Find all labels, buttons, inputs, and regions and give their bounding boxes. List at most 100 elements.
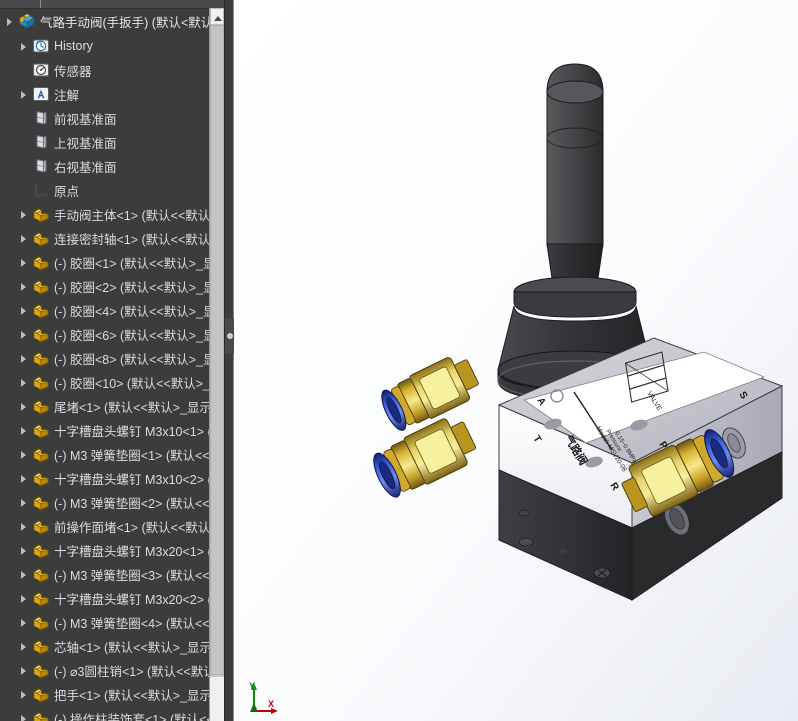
expand-chevron-icon[interactable] bbox=[16, 346, 32, 370]
feature-tree-row[interactable]: History bbox=[0, 34, 224, 58]
expand-chevron-icon[interactable] bbox=[16, 586, 32, 610]
expand-chevron-icon[interactable] bbox=[16, 274, 32, 298]
feature-tree-row[interactable]: (-) 胶圈<8> (默认<<默认>_显示 bbox=[0, 346, 224, 370]
part-icon bbox=[32, 301, 50, 319]
feature-tree-row[interactable]: 上视基准面 bbox=[0, 130, 224, 154]
tree-item-label: 前操作面堵<1> (默认<<默认>_ bbox=[54, 520, 224, 535]
tree-item-label: (-) M3 弹簧垫圈<2> (默认<<默 bbox=[54, 496, 223, 511]
expand-chevron-icon[interactable] bbox=[16, 706, 32, 721]
feature-tree: 气路手动阀(手扳手) (默认<默认_显示 History 传感器 注解 前视基准… bbox=[0, 8, 224, 721]
feature-tree-row[interactable]: (-) 胶圈<6> (默认<<默认>_显示 bbox=[0, 322, 224, 346]
tree-item-label: 十字槽盘头螺钉 M3x20<2> (默 bbox=[54, 592, 224, 607]
tree-item-label: (-) 胶圈<4> (默认<<默认>_显示 bbox=[54, 304, 224, 319]
solidworks-window: 气路手动阀(手扳手) (默认<默认_显示 History 传感器 注解 前视基准… bbox=[0, 0, 798, 721]
part-icon bbox=[32, 709, 50, 721]
part-icon bbox=[32, 229, 50, 247]
part-icon bbox=[32, 541, 50, 559]
feature-tree-scroll-area[interactable]: 气路手动阀(手扳手) (默认<默认_显示 History 传感器 注解 前视基准… bbox=[0, 8, 224, 721]
expand-chevron-icon[interactable] bbox=[16, 562, 32, 586]
part-icon bbox=[32, 205, 50, 223]
expand-chevron-icon[interactable] bbox=[16, 442, 32, 466]
expand-chevron-icon[interactable] bbox=[16, 322, 32, 346]
feature-tree-row[interactable]: (-) M3 弹簧垫圈<3> (默认<<默 bbox=[0, 562, 224, 586]
plane-icon bbox=[32, 133, 50, 151]
axis-label-x: X bbox=[268, 699, 275, 709]
expand-chevron-icon[interactable] bbox=[16, 250, 32, 274]
annotations-icon bbox=[32, 85, 50, 103]
expand-chevron-icon[interactable] bbox=[16, 298, 32, 322]
feature-tree-row[interactable]: 手动阀主体<1> (默认<<默认>_ bbox=[0, 202, 224, 226]
feature-tree-row[interactable]: 注解 bbox=[0, 82, 224, 106]
tree-item-label: 十字槽盘头螺钉 M3x10<1> (默 bbox=[54, 424, 224, 439]
feature-tree-row[interactable]: 右视基准面 bbox=[0, 154, 224, 178]
tree-item-label: 原点 bbox=[54, 184, 80, 199]
expand-chevron-icon[interactable] bbox=[16, 682, 32, 706]
feature-tree-row[interactable]: 传感器 bbox=[0, 58, 224, 82]
expand-chevron-icon[interactable] bbox=[16, 202, 32, 226]
feature-tree-row[interactable]: 前视基准面 bbox=[0, 106, 224, 130]
tree-item-label: 注解 bbox=[54, 88, 80, 103]
expand-chevron-icon[interactable] bbox=[16, 370, 32, 394]
feature-tree-row[interactable]: (-) 操作柱装饰套<1> (默认<<默 bbox=[0, 706, 224, 721]
expand-chevron-icon[interactable] bbox=[16, 418, 32, 442]
feature-tree-row[interactable]: 把手<1> (默认<<默认>_显示状 bbox=[0, 682, 224, 706]
feature-tree-root-row[interactable]: 气路手动阀(手扳手) (默认<默认_显示 bbox=[0, 8, 224, 34]
part-icon bbox=[32, 493, 50, 511]
expand-chevron-icon[interactable] bbox=[16, 610, 32, 634]
part-icon bbox=[32, 469, 50, 487]
expand-chevron-icon[interactable] bbox=[16, 466, 32, 490]
axis-label-y: Y bbox=[249, 681, 256, 691]
history-icon bbox=[32, 37, 50, 55]
expand-chevron-icon[interactable] bbox=[2, 9, 18, 33]
part-icon bbox=[32, 445, 50, 463]
expand-chevron-icon[interactable] bbox=[16, 514, 32, 538]
feature-tree-row[interactable]: 原点 bbox=[0, 178, 224, 202]
expand-chevron-icon[interactable] bbox=[16, 82, 32, 106]
tree-item-label: 把手<1> (默认<<默认>_显示状 bbox=[54, 688, 224, 703]
tree-item-label: 右视基准面 bbox=[54, 160, 117, 175]
feature-tree-row[interactable]: 十字槽盘头螺钉 M3x10<1> (默 bbox=[0, 418, 224, 442]
feature-tree-row[interactable]: 十字槽盘头螺钉 M3x20<1> (默 bbox=[0, 538, 224, 562]
panel-splitter[interactable] bbox=[224, 0, 235, 721]
feature-tree-row[interactable]: (-) 胶圈<4> (默认<<默认>_显示 bbox=[0, 298, 224, 322]
expand-chevron-icon[interactable] bbox=[16, 34, 32, 58]
expand-chevron-icon[interactable] bbox=[16, 658, 32, 682]
feature-tree-row[interactable]: 连接密封轴<1> (默认<<默认>_ bbox=[0, 226, 224, 250]
scrollbar-thumb[interactable] bbox=[210, 25, 224, 675]
model-3d-render: 气路阀 Model: MSV20-08 Pressure: 0.15~0.8MP… bbox=[234, 0, 798, 721]
tree-item-label: (-) 胶圈<8> (默认<<默认>_显示 bbox=[54, 352, 224, 367]
feature-tree-row[interactable]: (-) 胶圈<10> (默认<<默认>_显 bbox=[0, 370, 224, 394]
feature-tree-row[interactable]: 尾堵<1> (默认<<默认>_显示状 bbox=[0, 394, 224, 418]
assembly-title-label: 气路手动阀(手扳手) (默认<默认_显示 bbox=[40, 15, 224, 30]
feature-tree-row[interactable]: 前操作面堵<1> (默认<<默认>_ bbox=[0, 514, 224, 538]
feature-tree-row[interactable]: 十字槽盘头螺钉 M3x10<2> (默 bbox=[0, 466, 224, 490]
expand-chevron-icon[interactable] bbox=[16, 394, 32, 418]
feature-tree-row[interactable]: 芯轴<1> (默认<<默认>_显示状 bbox=[0, 634, 224, 658]
assembly-icon bbox=[18, 12, 36, 30]
tree-vertical-scrollbar[interactable] bbox=[209, 8, 224, 721]
tree-item-label: 手动阀主体<1> (默认<<默认>_ bbox=[54, 208, 224, 223]
plane-icon bbox=[32, 157, 50, 175]
expand-chevron-icon[interactable] bbox=[16, 226, 32, 250]
expand-chevron-icon[interactable] bbox=[16, 634, 32, 658]
part-icon bbox=[32, 397, 50, 415]
tree-item-label: (-) 操作柱装饰套<1> (默认<<默 bbox=[54, 712, 224, 721]
origin-icon bbox=[32, 181, 50, 199]
expand-chevron-icon[interactable] bbox=[16, 538, 32, 562]
tree-item-label: (-) 胶圈<10> (默认<<默认>_显 bbox=[54, 376, 223, 391]
origin-axis-triad: Y X bbox=[244, 681, 290, 715]
feature-tree-row[interactable]: (-) 胶圈<1> (默认<<默认>_显示 bbox=[0, 250, 224, 274]
feature-tree-row[interactable]: 十字槽盘头螺钉 M3x20<2> (默 bbox=[0, 586, 224, 610]
graphics-viewport[interactable]: 气路阀 Model: MSV20-08 Pressure: 0.15~0.8MP… bbox=[234, 0, 798, 721]
feature-tree-row[interactable]: (-) M3 弹簧垫圈<4> (默认<<默 bbox=[0, 610, 224, 634]
feature-tree-row[interactable]: (-) ⌀3圆柱销<1> (默认<<默认> bbox=[0, 658, 224, 682]
expand-chevron-icon[interactable] bbox=[16, 490, 32, 514]
tree-item-label: History bbox=[54, 39, 93, 53]
scroll-up-icon[interactable] bbox=[210, 8, 224, 25]
feature-tree-row[interactable]: (-) 胶圈<2> (默认<<默认>_显示 bbox=[0, 274, 224, 298]
feature-tree-row[interactable]: (-) M3 弹簧垫圈<1> (默认<<默 bbox=[0, 442, 224, 466]
feature-tree-row[interactable]: (-) M3 弹簧垫圈<2> (默认<<默 bbox=[0, 490, 224, 514]
scrollbar-track[interactable] bbox=[210, 677, 224, 721]
